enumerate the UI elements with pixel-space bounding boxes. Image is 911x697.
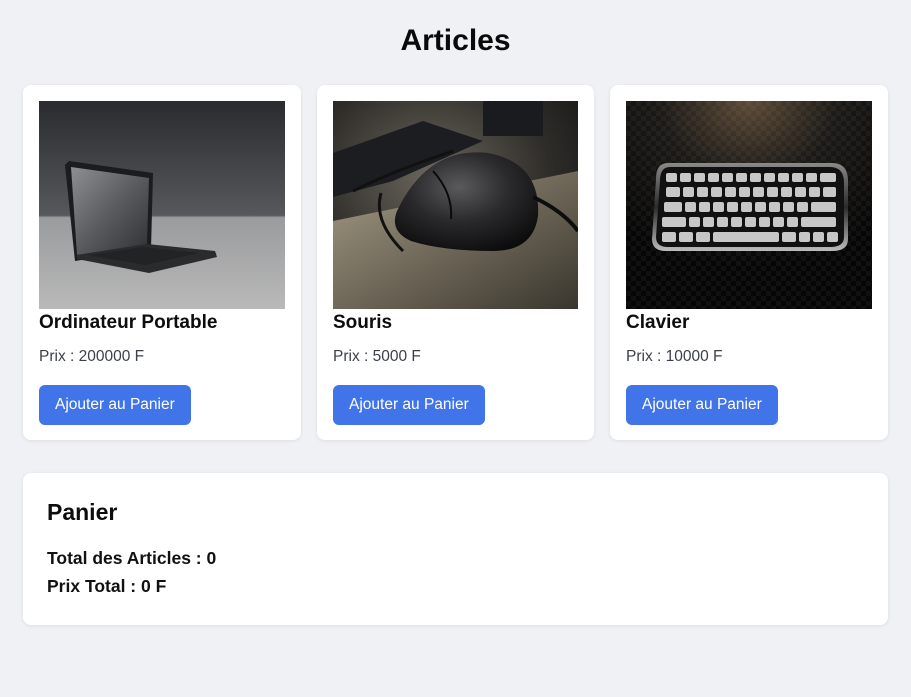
product-card-keyboard: Clavier Prix : 10000 F Ajouter au Panier [610,85,888,440]
product-card-laptop: Ordinateur Portable Prix : 200000 F Ajou… [23,85,301,440]
add-to-cart-button[interactable]: Ajouter au Panier [333,385,485,425]
add-to-cart-button[interactable]: Ajouter au Panier [39,385,191,425]
cart-panel: Panier Total des Articles : 0 Prix Total… [23,473,888,625]
add-to-cart-button[interactable]: Ajouter au Panier [626,385,778,425]
laptop-image [39,101,285,309]
cart-total-items: Total des Articles : 0 [47,548,217,568]
product-name: Clavier [626,312,690,333]
page-title: Articles [400,24,511,57]
product-name: Souris [333,312,393,333]
product-price: Prix : 200000 F [39,348,145,365]
cart-title: Panier [47,499,118,525]
keyboard-image [626,101,872,309]
product-price: Prix : 10000 F [626,348,723,365]
product-name: Ordinateur Portable [39,312,218,333]
product-card-mouse: Souris Prix : 5000 F Ajouter au Panier [317,85,594,440]
mouse-image [333,101,578,309]
product-price: Prix : 5000 F [333,348,421,365]
cart-total-price: Prix Total : 0 F [47,576,167,596]
